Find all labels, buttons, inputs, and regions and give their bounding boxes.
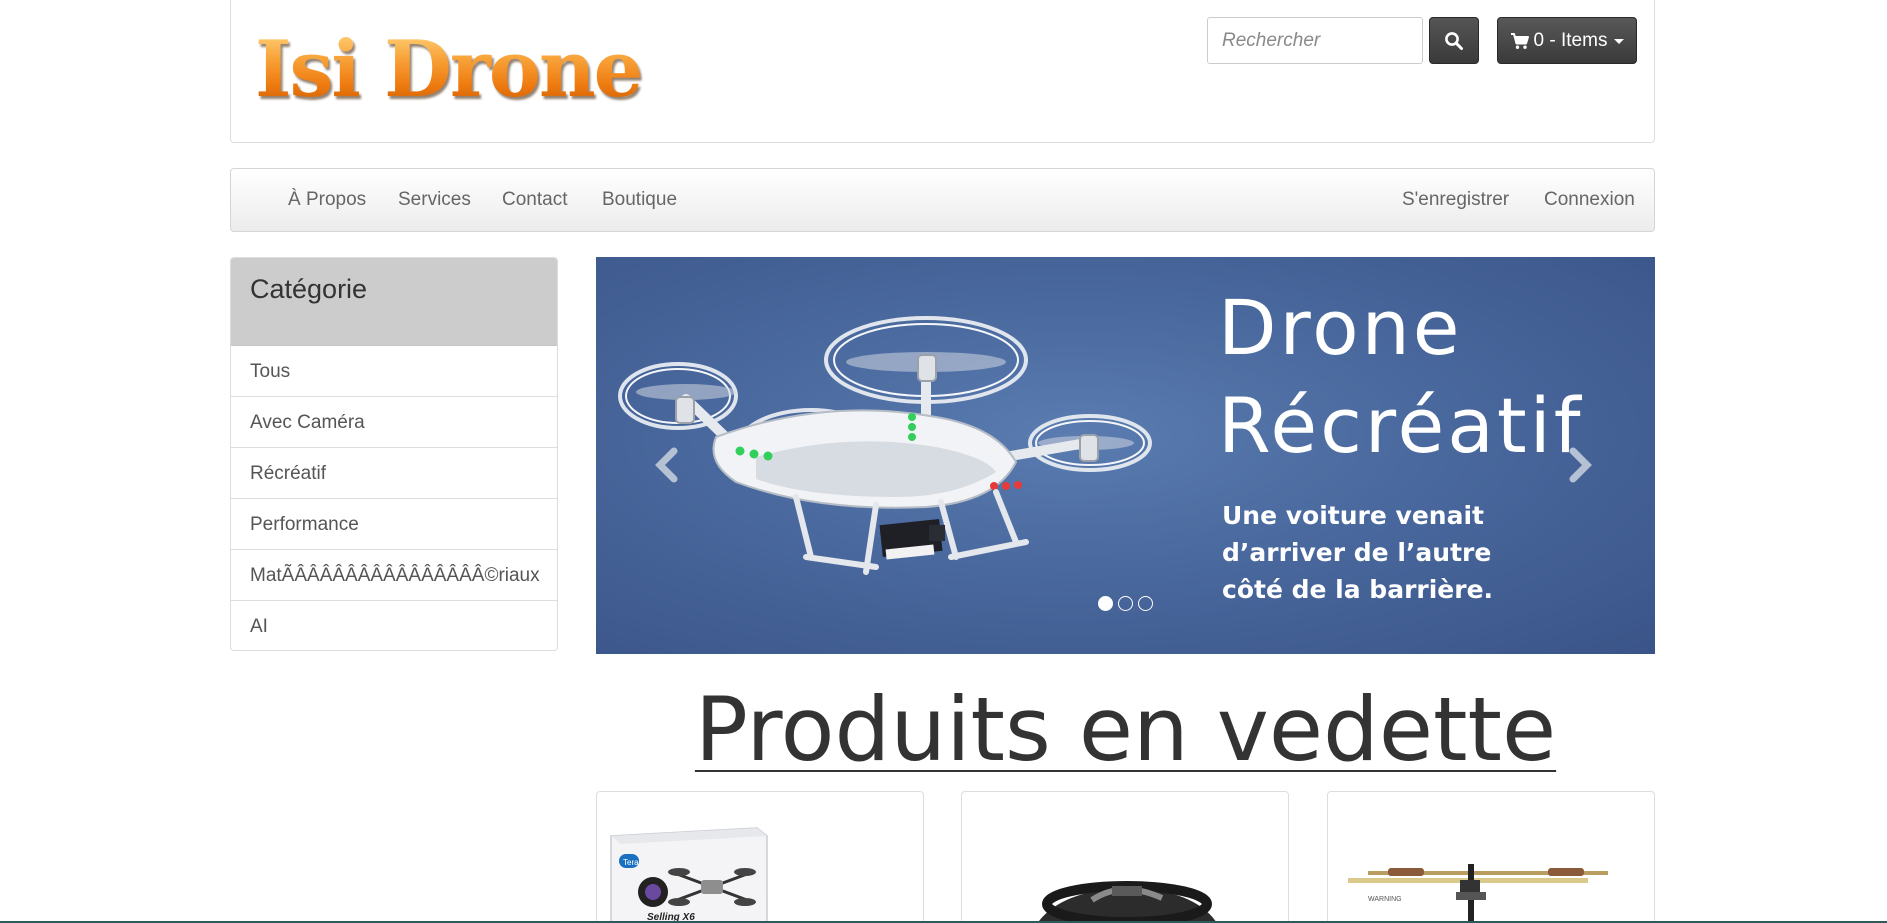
slide-caption: Une voiture venait d’arriver de l’autre … — [1222, 497, 1494, 608]
search-input[interactable] — [1207, 17, 1423, 64]
hero-carousel: Drone Récréatif Une voiture venait d’arr… — [596, 257, 1655, 654]
main-navbar: À Propos Services Contact Boutique S'enr… — [230, 168, 1655, 232]
search-button[interactable] — [1429, 17, 1479, 64]
carousel-indicator-1[interactable] — [1098, 596, 1113, 611]
cart-label: 0 - Items — [1533, 29, 1608, 51]
carousel-next-arrow-icon[interactable] — [1561, 437, 1601, 493]
sidebar-heading: Catégorie — [231, 258, 557, 346]
chevron-down-icon — [1614, 39, 1625, 44]
carousel-indicator-3[interactable] — [1138, 596, 1153, 611]
nav-link-boutique[interactable]: Boutique — [602, 169, 677, 231]
nav-link-login[interactable]: Connexion — [1544, 169, 1635, 231]
carousel-indicator-2[interactable] — [1118, 596, 1133, 611]
slide-title: Drone Récréatif — [1218, 279, 1618, 475]
category-item-performance[interactable]: Performance — [231, 499, 557, 550]
nav-link-a-propos[interactable]: À Propos — [288, 169, 366, 231]
ar-drone-image — [1037, 881, 1217, 923]
carousel-indicators — [1098, 596, 1153, 611]
slide-caption-line-1: Une voiture venait — [1222, 501, 1484, 530]
slide-title-line-2: Récréatif — [1218, 381, 1584, 470]
cart-icon — [1510, 32, 1529, 49]
product-card-3[interactable]: WARNING — [1327, 791, 1655, 923]
helicopter-warning-text: WARNING — [1368, 896, 1402, 903]
featured-heading: Produits en vedette — [596, 680, 1655, 780]
nav-link-services[interactable]: Services — [398, 169, 471, 231]
nav-link-register[interactable]: S'enregistrer — [1402, 169, 1509, 231]
search-icon — [1445, 31, 1463, 50]
site-header: Isi Drone 0 - Items — [230, 0, 1655, 143]
category-item-recreatif[interactable]: Récréatif — [231, 448, 557, 499]
box-brand-text: Tera — [623, 858, 639, 867]
cart-dropdown-button[interactable]: 0 - Items — [1497, 17, 1637, 64]
carousel-prev-arrow-icon[interactable] — [646, 437, 686, 493]
quadcopter-box-image: Tera Selling X6 — [610, 827, 768, 923]
product-card-1[interactable]: Tera Selling X6 — [596, 791, 924, 923]
helicopter-image: WARNING — [1348, 864, 1608, 923]
category-item-avec-camera[interactable]: Avec Caméra — [231, 397, 557, 448]
slide-caption-line-2: d’arriver de l’autre — [1222, 538, 1492, 567]
category-sidebar: Catégorie Tous Avec Caméra Récréatif Per… — [230, 257, 558, 651]
category-item-ai[interactable]: AI — [231, 601, 557, 650]
product-card-2[interactable] — [961, 791, 1289, 923]
featured-heading-text: Produits en vedette — [694, 678, 1557, 781]
category-item-materiaux[interactable]: MatÃÂÂÂÂÂÂÂÂÂÂÂÂÂÂÂ©riaux — [231, 550, 557, 601]
site-logo[interactable]: Isi Drone — [255, 31, 643, 109]
slide-title-line-1: Drone — [1218, 283, 1463, 372]
nav-link-contact[interactable]: Contact — [502, 169, 567, 231]
slide-caption-line-3: côté de la barrière. — [1222, 575, 1494, 604]
category-item-tous[interactable]: Tous — [231, 346, 557, 397]
